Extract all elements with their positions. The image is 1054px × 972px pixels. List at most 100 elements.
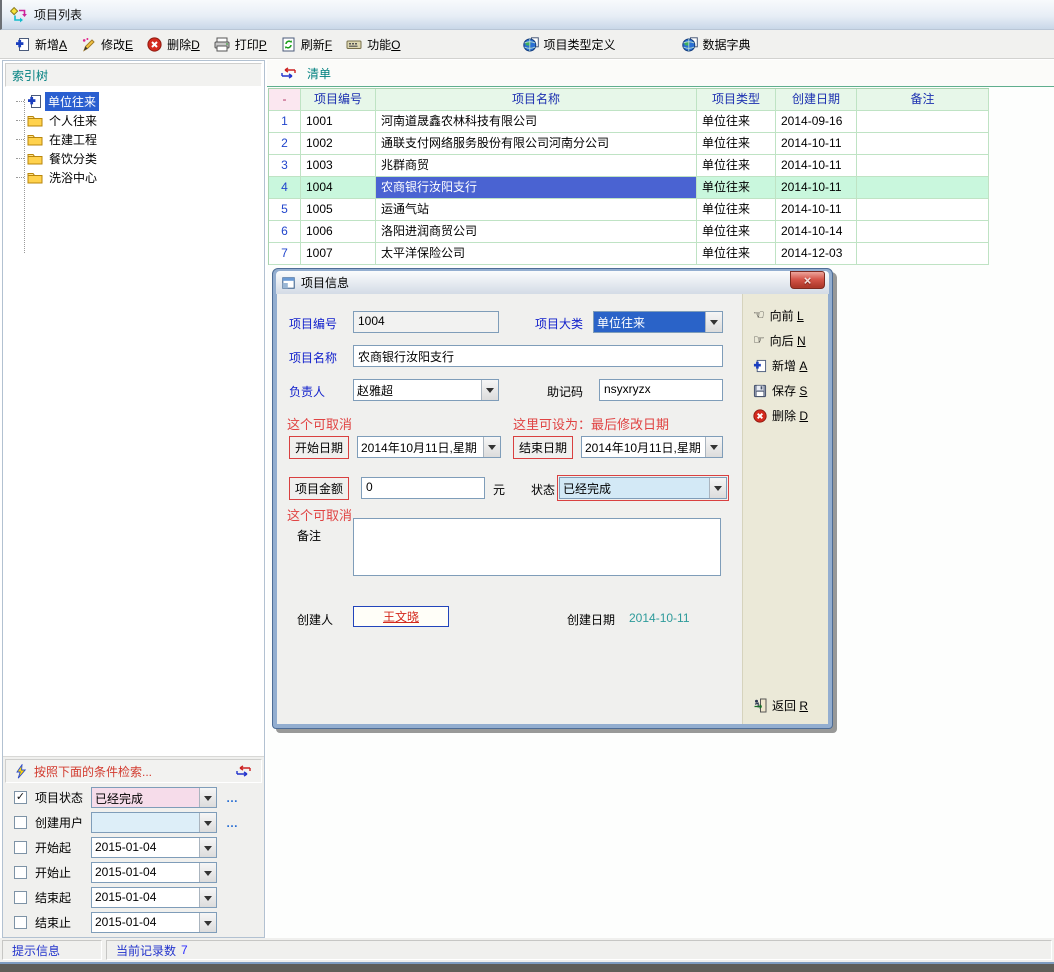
- refresh-button[interactable]: 刷新F: [274, 33, 339, 56]
- code-input[interactable]: 1004: [353, 311, 499, 333]
- end-date-label: 结束日期: [513, 436, 573, 459]
- tree-header: 索引树: [5, 63, 262, 87]
- folder-icon: [27, 152, 43, 165]
- annotation-cancelable-2: 这个可取消: [287, 505, 352, 524]
- tree-item-personal-contacts[interactable]: 个人往来: [3, 111, 264, 130]
- created-date-value: 2014-10-11: [629, 611, 690, 625]
- chevron-down-icon[interactable]: [199, 813, 216, 832]
- app-icon: [10, 6, 28, 23]
- next-button[interactable]: ☞ 向后 N: [743, 328, 828, 353]
- note-textarea[interactable]: [353, 518, 721, 576]
- start-to-checkbox[interactable]: [14, 866, 27, 879]
- status-label: 状态: [531, 481, 555, 498]
- chevron-down-icon[interactable]: [199, 863, 216, 882]
- print-icon: [214, 37, 230, 52]
- category-combo[interactable]: 单位往来: [593, 311, 723, 333]
- delete-button[interactable]: 删除D: [140, 33, 207, 56]
- table-row[interactable]: 1 1001 河南道晟鑫农林科技有限公司 单位往来 2014-09-16: [269, 111, 989, 133]
- index-tree: 单位往来 个人往来: [3, 89, 264, 187]
- add-icon: [753, 359, 767, 373]
- tree-item-bath-center[interactable]: 洗浴中心: [3, 168, 264, 187]
- filter-row-end-from: 结束起 2015-01-04: [3, 885, 264, 910]
- end-to-checkbox[interactable]: [14, 916, 27, 929]
- project-status-combo[interactable]: 已经完成: [91, 787, 217, 808]
- prev-button[interactable]: ☜ 向前 L: [743, 303, 828, 328]
- chevron-down-icon[interactable]: [709, 478, 726, 498]
- function-button[interactable]: 功能O: [339, 33, 407, 56]
- selected-cell: 农商银行汝阳支行: [376, 177, 697, 199]
- start-from-checkbox[interactable]: [14, 841, 27, 854]
- return-button[interactable]: 返回 R: [753, 697, 808, 714]
- annotation-modify-date: 这里可设为：最后修改日期: [513, 414, 669, 433]
- table-row[interactable]: 5 1005 运通气站 单位往来 2014-10-11: [269, 199, 989, 221]
- window-bottom-edge: [0, 962, 1054, 972]
- folder-icon: [27, 133, 43, 146]
- chevron-down-icon[interactable]: [199, 788, 216, 807]
- print-button[interactable]: 打印P: [207, 33, 274, 56]
- swap-icon[interactable]: [279, 67, 298, 79]
- tree-item-unit-contacts[interactable]: 单位往来: [3, 92, 264, 111]
- table-row[interactable]: 2 1002 通联支付网络服务股份有限公司河南分公司 单位往来 2014-10-…: [269, 133, 989, 155]
- table-row[interactable]: 3 1003 兆群商贸 单位往来 2014-10-11: [269, 155, 989, 177]
- filter-header: 按照下面的条件检索...: [5, 759, 262, 783]
- create-user-combo[interactable]: [91, 812, 217, 833]
- start-from-combo[interactable]: 2015-01-04: [91, 837, 217, 858]
- table-row-selected[interactable]: 4 1004 农商银行汝阳支行 单位往来 2014-10-11: [269, 177, 989, 199]
- end-date-combo[interactable]: 2014年10月11日,星期: [581, 436, 723, 458]
- end-to-combo[interactable]: 2015-01-04: [91, 912, 217, 933]
- create-user-checkbox[interactable]: [14, 816, 27, 829]
- dialog-body: 项目编号 1004 项目大类 单位往来 项目名称 农商银行汝阳支行 负责人 赵雅…: [277, 294, 828, 724]
- status-combo[interactable]: 已经完成: [559, 477, 727, 499]
- globe-doc-icon: [682, 37, 698, 52]
- delete-icon: [147, 37, 162, 52]
- filter-header-label: 按照下面的条件检索...: [34, 763, 152, 780]
- data-dictionary-button[interactable]: 数据字典: [675, 33, 758, 56]
- dialog-titlebar[interactable]: 项目信息: [276, 271, 829, 294]
- edit-button[interactable]: 修改E: [74, 33, 140, 56]
- creator-label: 创建人: [297, 611, 333, 628]
- table-row[interactable]: 6 1006 洛阳进润商贸公司 单位往来 2014-10-14: [269, 221, 989, 243]
- name-label: 项目名称: [289, 349, 337, 366]
- start-date-combo[interactable]: 2014年10月11日,星期: [357, 436, 501, 458]
- chevron-down-icon[interactable]: [705, 312, 722, 332]
- mnemonic-input[interactable]: nsyxryzx: [599, 379, 723, 401]
- delete-icon: [753, 409, 767, 423]
- tree-item-catering-category[interactable]: 餐饮分类: [3, 149, 264, 168]
- end-from-checkbox[interactable]: [14, 891, 27, 904]
- chevron-down-icon[interactable]: [483, 437, 500, 457]
- dialog-add-button[interactable]: 新增 A: [743, 353, 828, 378]
- amount-input[interactable]: 0: [361, 477, 485, 499]
- start-date-label: 开始日期: [289, 436, 349, 459]
- end-from-combo[interactable]: 2015-01-04: [91, 887, 217, 908]
- project-type-define-button[interactable]: 项目类型定义: [516, 33, 623, 56]
- list-header-bar: 清单: [267, 60, 1054, 87]
- list-title: 清单: [307, 65, 331, 82]
- name-input[interactable]: 农商银行汝阳支行: [353, 345, 723, 367]
- dialog-delete-button[interactable]: 删除 D: [743, 403, 828, 428]
- form-icon: [282, 277, 295, 289]
- tree-item-projects-in-progress[interactable]: 在建工程: [3, 130, 264, 149]
- hand-right-icon: ☞: [753, 333, 765, 348]
- app-window: 项目列表 新增A 修改E: [0, 0, 1054, 972]
- status-hint: 提示信息: [2, 940, 102, 960]
- chevron-down-icon[interactable]: [199, 838, 216, 857]
- start-to-combo[interactable]: 2015-01-04: [91, 862, 217, 883]
- project-status-more-button[interactable]: …: [226, 791, 239, 805]
- create-user-more-button[interactable]: …: [226, 816, 239, 830]
- save-button[interactable]: 保存 S: [743, 378, 828, 403]
- doc-plus-icon: [27, 94, 42, 109]
- table-row[interactable]: 7 1007 太平洋保险公司 单位往来 2014-12-03: [269, 243, 989, 265]
- swap-icon[interactable]: [234, 765, 253, 777]
- chevron-down-icon[interactable]: [199, 913, 216, 932]
- exit-door-icon: [753, 698, 767, 713]
- project-info-dialog: 项目信息 × 项目编号 1004 项目大类 单位往来 项目名称 农商银行汝阳支行…: [272, 268, 833, 729]
- category-label: 项目大类: [535, 315, 583, 332]
- toolbar: 新增A 修改E 删除D: [0, 30, 1054, 58]
- chevron-down-icon[interactable]: [199, 888, 216, 907]
- close-button[interactable]: ×: [790, 271, 825, 289]
- chevron-down-icon[interactable]: [705, 437, 722, 457]
- chevron-down-icon[interactable]: [481, 380, 498, 400]
- owner-combo[interactable]: 赵雅超: [353, 379, 499, 401]
- add-button[interactable]: 新增A: [8, 33, 74, 56]
- project-status-checkbox[interactable]: ✓: [14, 791, 27, 804]
